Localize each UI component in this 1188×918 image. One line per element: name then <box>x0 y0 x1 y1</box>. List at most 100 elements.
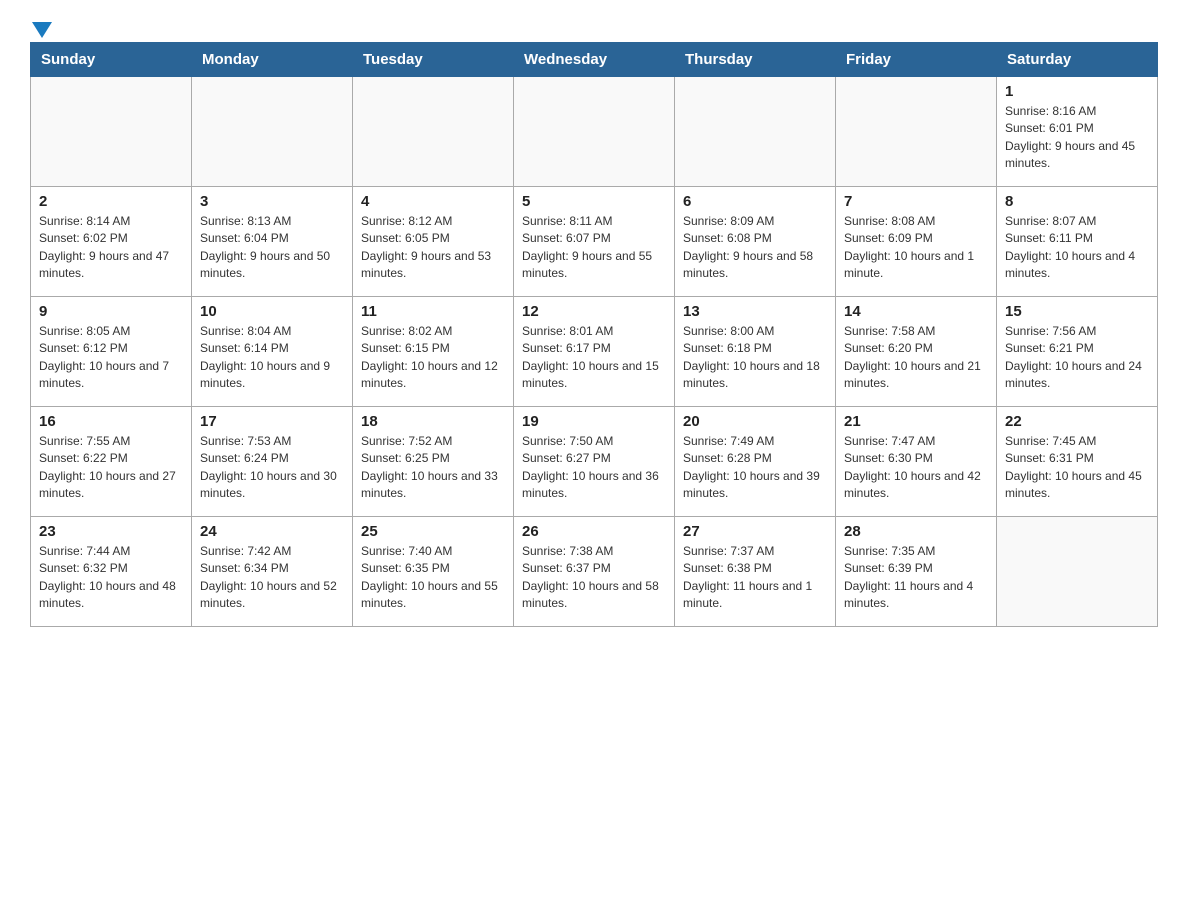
day-number: 6 <box>683 193 827 210</box>
day-number: 4 <box>361 193 505 210</box>
calendar-cell: 15 Sunrise: 7:56 AM Sunset: 6:21 PM Dayli… <box>997 297 1158 407</box>
calendar-cell: 28Sunrise: 7:35 AM Sunset: 6:39 PM Dayli… <box>836 517 997 627</box>
calendar-cell: 27 Sunrise: 7:37 AM Sunset: 6:38 PM Dayli… <box>675 517 836 627</box>
calendar-cell: 16 Sunrise: 7:55 AM Sunset: 6:22 PM Dayli… <box>31 407 192 517</box>
calendar-cell <box>675 77 836 187</box>
calendar-cell: 17 Sunrise: 7:53 AM Sunset: 6:24 PM Dayli… <box>192 407 353 517</box>
day-number: 5 <box>522 193 666 210</box>
calendar-cell <box>997 517 1158 627</box>
page-header <box>30 20 1158 32</box>
day-number: 8 <box>1005 193 1149 210</box>
calendar-cell <box>353 77 514 187</box>
day-number: 22 <box>1005 413 1149 430</box>
day-number: 26 <box>522 523 666 540</box>
calendar-cell: 7 Sunrise: 8:08 AM Sunset: 6:09 PM Daylig… <box>836 187 997 297</box>
calendar-cell <box>192 77 353 187</box>
calendar-cell: 21 Sunrise: 7:47 AM Sunset: 6:30 PM Dayli… <box>836 407 997 517</box>
calendar-cell: 22 Sunrise: 7:45 AM Sunset: 6:31 PM Dayli… <box>997 407 1158 517</box>
calendar-cell <box>836 77 997 187</box>
day-number: 25 <box>361 523 505 540</box>
day-number: 13 <box>683 303 827 320</box>
calendar-cell: 20 Sunrise: 7:49 AM Sunset: 6:28 PM Dayli… <box>675 407 836 517</box>
day-info: Sunrise: 7:45 AM Sunset: 6:31 PM Dayligh… <box>1005 433 1149 503</box>
calendar-cell: 18 Sunrise: 7:52 AM Sunset: 6:25 PM Dayli… <box>353 407 514 517</box>
day-info: Sunrise: 8:14 AM Sunset: 6:02 PM Dayligh… <box>39 213 183 283</box>
day-info: Sunrise: 7:50 AM Sunset: 6:27 PM Dayligh… <box>522 433 666 503</box>
day-info: Sunrise: 7:38 AM Sunset: 6:37 PM Dayligh… <box>522 543 666 613</box>
calendar-week-row: 2 Sunrise: 8:14 AM Sunset: 6:02 PM Daylig… <box>31 187 1158 297</box>
calendar-cell: 6 Sunrise: 8:09 AM Sunset: 6:08 PM Daylig… <box>675 187 836 297</box>
calendar-cell: 1 Sunrise: 8:16 AM Sunset: 6:01 PM Daylig… <box>997 77 1158 187</box>
calendar-week-row: 1 Sunrise: 8:16 AM Sunset: 6:01 PM Daylig… <box>31 77 1158 187</box>
logo-arrow-icon <box>32 22 52 38</box>
calendar-cell: 26 Sunrise: 7:38 AM Sunset: 6:37 PM Dayli… <box>514 517 675 627</box>
day-number: 27 <box>683 523 827 540</box>
calendar-week-row: 16 Sunrise: 7:55 AM Sunset: 6:22 PM Dayli… <box>31 407 1158 517</box>
day-number: 17 <box>200 413 344 430</box>
day-number: 15 <box>1005 303 1149 320</box>
day-info: Sunrise: 8:02 AM Sunset: 6:15 PM Dayligh… <box>361 323 505 393</box>
day-number: 7 <box>844 193 988 210</box>
day-info: Sunrise: 8:08 AM Sunset: 6:09 PM Dayligh… <box>844 213 988 283</box>
day-number: 19 <box>522 413 666 430</box>
calendar-header-friday: Friday <box>836 43 997 77</box>
day-info: Sunrise: 8:12 AM Sunset: 6:05 PM Dayligh… <box>361 213 505 283</box>
day-number: 2 <box>39 193 183 210</box>
day-info: Sunrise: 8:01 AM Sunset: 6:17 PM Dayligh… <box>522 323 666 393</box>
day-info: Sunrise: 7:47 AM Sunset: 6:30 PM Dayligh… <box>844 433 988 503</box>
calendar-cell <box>31 77 192 187</box>
day-info: Sunrise: 7:37 AM Sunset: 6:38 PM Dayligh… <box>683 543 827 613</box>
day-info: Sunrise: 7:40 AM Sunset: 6:35 PM Dayligh… <box>361 543 505 613</box>
day-info: Sunrise: 8:09 AM Sunset: 6:08 PM Dayligh… <box>683 213 827 283</box>
calendar-cell: 13 Sunrise: 8:00 AM Sunset: 6:18 PM Dayli… <box>675 297 836 407</box>
calendar-table: SundayMondayTuesdayWednesdayThursdayFrid… <box>30 42 1158 627</box>
calendar-cell: 5 Sunrise: 8:11 AM Sunset: 6:07 PM Daylig… <box>514 187 675 297</box>
day-info: Sunrise: 8:16 AM Sunset: 6:01 PM Dayligh… <box>1005 103 1149 173</box>
calendar-cell: 11 Sunrise: 8:02 AM Sunset: 6:15 PM Dayli… <box>353 297 514 407</box>
calendar-cell: 24 Sunrise: 7:42 AM Sunset: 6:34 PM Dayli… <box>192 517 353 627</box>
calendar-header-monday: Monday <box>192 43 353 77</box>
day-info: Sunrise: 8:13 AM Sunset: 6:04 PM Dayligh… <box>200 213 344 283</box>
day-info: Sunrise: 7:42 AM Sunset: 6:34 PM Dayligh… <box>200 543 344 613</box>
calendar-header-saturday: Saturday <box>997 43 1158 77</box>
calendar-cell: 23 Sunrise: 7:44 AM Sunset: 6:32 PM Dayli… <box>31 517 192 627</box>
day-info: Sunrise: 8:05 AM Sunset: 6:12 PM Dayligh… <box>39 323 183 393</box>
day-number: 10 <box>200 303 344 320</box>
calendar-header-wednesday: Wednesday <box>514 43 675 77</box>
day-info: Sunrise: 7:58 AM Sunset: 6:20 PM Dayligh… <box>844 323 988 393</box>
calendar-cell: 25 Sunrise: 7:40 AM Sunset: 6:35 PM Dayli… <box>353 517 514 627</box>
day-info: Sunrise: 8:07 AM Sunset: 6:11 PM Dayligh… <box>1005 213 1149 283</box>
day-info: Sunrise: 8:11 AM Sunset: 6:07 PM Dayligh… <box>522 213 666 283</box>
day-info: Sunrise: 7:44 AM Sunset: 6:32 PM Dayligh… <box>39 543 183 613</box>
day-number: 20 <box>683 413 827 430</box>
calendar-cell: 14 Sunrise: 7:58 AM Sunset: 6:20 PM Dayli… <box>836 297 997 407</box>
day-number: 21 <box>844 413 988 430</box>
day-number: 9 <box>39 303 183 320</box>
calendar-header-tuesday: Tuesday <box>353 43 514 77</box>
calendar-header-sunday: Sunday <box>31 43 192 77</box>
calendar-cell: 8 Sunrise: 8:07 AM Sunset: 6:11 PM Daylig… <box>997 187 1158 297</box>
day-number: 16 <box>39 413 183 430</box>
day-info: Sunrise: 7:55 AM Sunset: 6:22 PM Dayligh… <box>39 433 183 503</box>
calendar-cell <box>514 77 675 187</box>
calendar-cell: 12 Sunrise: 8:01 AM Sunset: 6:17 PM Dayli… <box>514 297 675 407</box>
day-number: 1 <box>1005 83 1149 100</box>
day-number: 23 <box>39 523 183 540</box>
day-info: Sunrise: 7:56 AM Sunset: 6:21 PM Dayligh… <box>1005 323 1149 393</box>
calendar-cell: 10 Sunrise: 8:04 AM Sunset: 6:14 PM Dayli… <box>192 297 353 407</box>
day-info: Sunrise: 7:53 AM Sunset: 6:24 PM Dayligh… <box>200 433 344 503</box>
day-number: 14 <box>844 303 988 320</box>
day-number: 12 <box>522 303 666 320</box>
day-info: Sunrise: 8:04 AM Sunset: 6:14 PM Dayligh… <box>200 323 344 393</box>
calendar-cell: 9 Sunrise: 8:05 AM Sunset: 6:12 PM Daylig… <box>31 297 192 407</box>
day-info: Sunrise: 7:49 AM Sunset: 6:28 PM Dayligh… <box>683 433 827 503</box>
day-number: 11 <box>361 303 505 320</box>
calendar-cell: 4 Sunrise: 8:12 AM Sunset: 6:05 PM Daylig… <box>353 187 514 297</box>
calendar-cell: 2 Sunrise: 8:14 AM Sunset: 6:02 PM Daylig… <box>31 187 192 297</box>
calendar-header-thursday: Thursday <box>675 43 836 77</box>
calendar-week-row: 9 Sunrise: 8:05 AM Sunset: 6:12 PM Daylig… <box>31 297 1158 407</box>
day-info: Sunrise: 7:52 AM Sunset: 6:25 PM Dayligh… <box>361 433 505 503</box>
day-number: 24 <box>200 523 344 540</box>
day-info: Sunrise: 8:00 AM Sunset: 6:18 PM Dayligh… <box>683 323 827 393</box>
day-number: 18 <box>361 413 505 430</box>
